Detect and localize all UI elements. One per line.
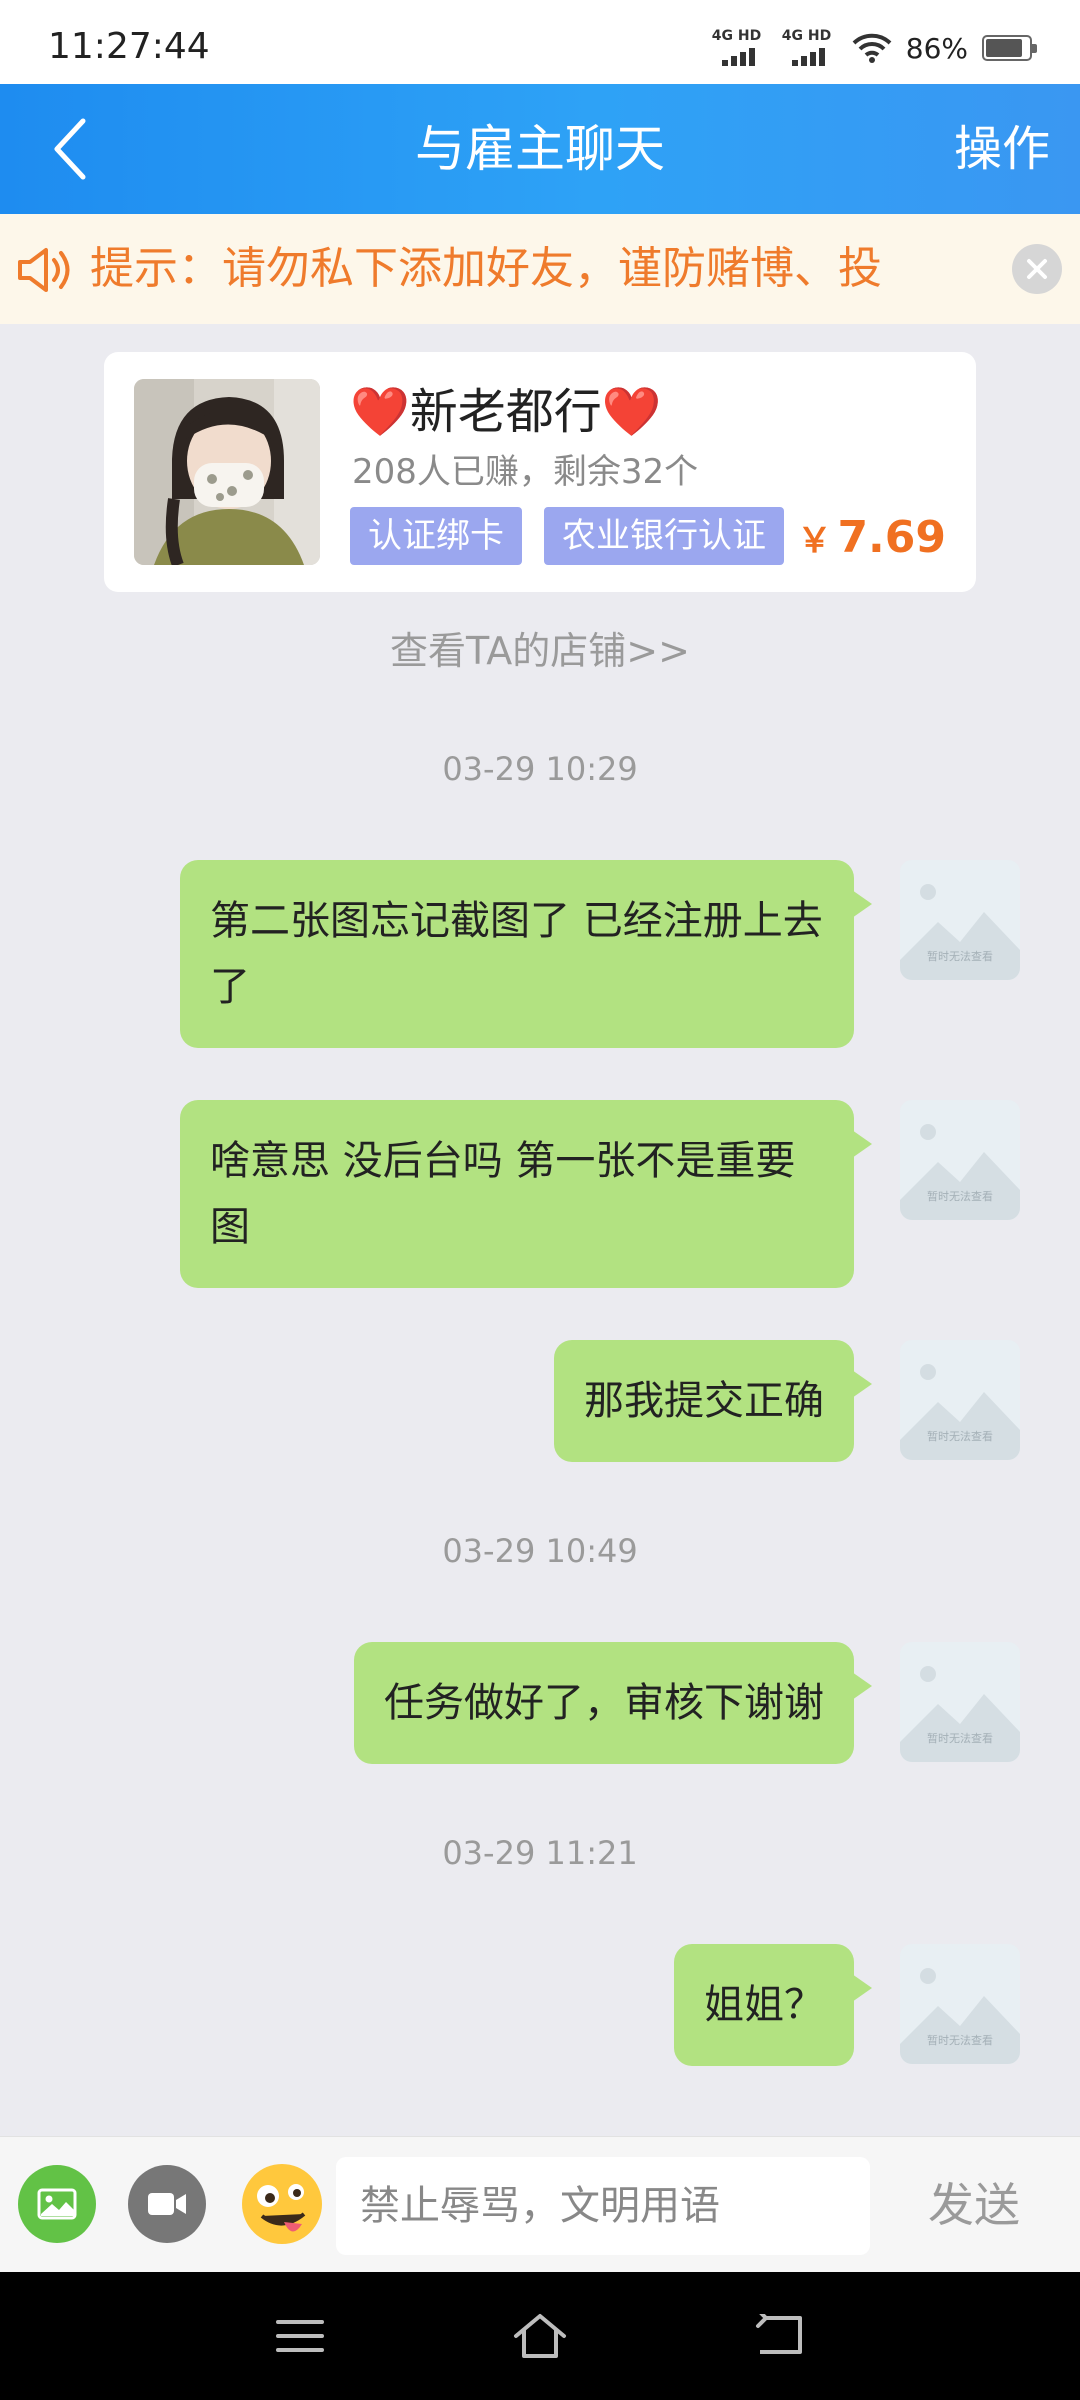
task-title: ❤️新老都行❤️ (350, 384, 662, 440)
menu-button[interactable] (270, 2306, 330, 2366)
placeholder-text: 暂时无法查看 (927, 1189, 993, 1203)
image-placeholder-icon: 暂时无法查看 (900, 860, 1020, 980)
chat-message[interactable]: 啥意思 没后台吗 第一张不是重要图 (180, 1100, 872, 1288)
chat-input-bar: 发送 (0, 2136, 1080, 2272)
image-placeholder-icon: 暂时无法查看 (900, 1100, 1020, 1220)
placeholder-text: 暂时无法查看 (927, 1429, 993, 1443)
wifi-icon (852, 33, 892, 63)
back-arrow-icon (756, 2314, 802, 2354)
actions-button[interactable]: 操作 (954, 84, 1050, 214)
page-title: 与雇主聊天 (415, 120, 665, 178)
menu-icon (276, 2320, 324, 2352)
price-value: 7.69 (837, 512, 946, 563)
placeholder-text: 暂时无法查看 (927, 1731, 993, 1745)
image-placeholder-icon: 暂时无法查看 (900, 1642, 1020, 1762)
network-type-1: 4G HD (711, 28, 762, 44)
chat-message[interactable]: 那我提交正确 (554, 1340, 872, 1462)
view-shop-link[interactable]: 查看TA的店铺>> (0, 620, 1080, 675)
task-stats: 208人已赚，剩余32个 (352, 452, 699, 492)
send-image-button[interactable] (18, 2165, 96, 2243)
cellular-signal-icon: 4G HD (712, 28, 768, 68)
avatar[interactable]: 暂时无法查看 (900, 1944, 1020, 2064)
home-button[interactable] (510, 2306, 570, 2366)
chat-message[interactable]: 任务做好了，审核下谢谢 (354, 1642, 872, 1764)
avatar[interactable]: 暂时无法查看 (900, 1642, 1020, 1762)
notice-bar: 提示：请勿私下添加好友，谨防赌博、投 (0, 214, 1080, 324)
home-icon (514, 2314, 566, 2358)
task-thumbnail (134, 379, 320, 565)
image-placeholder-icon: 暂时无法查看 (900, 1944, 1020, 2064)
chat-timestamp: 03-29 10:29 (442, 750, 638, 788)
placeholder-text: 暂时无法查看 (927, 949, 993, 963)
currency-symbol: ￥ (797, 521, 832, 561)
speaker-icon (18, 248, 70, 292)
send-video-button[interactable] (128, 2165, 206, 2243)
close-icon (1027, 259, 1047, 279)
nav-bar: 与雇主聊天 操作 (0, 84, 1080, 214)
send-button[interactable]: 发送 (928, 2137, 1020, 2273)
task-card[interactable]: ❤️新老都行❤️ 208人已赚，剩余32个 认证绑卡 农业银行认证 ￥ 7.69 (104, 352, 976, 592)
battery-percent: 86% (905, 31, 968, 65)
battery-icon (982, 35, 1037, 61)
avatar[interactable]: 暂时无法查看 (900, 860, 1020, 980)
close-notice-button[interactable] (1012, 244, 1062, 294)
status-bar: 11:27:44 4G HD 4G HD 86% (0, 0, 1080, 84)
message-input[interactable] (336, 2157, 870, 2255)
cellular-signal-icon-2: 4G HD (782, 28, 838, 68)
image-placeholder-icon: 暂时无法查看 (900, 1340, 1020, 1460)
tag-bind-card: 认证绑卡 (350, 507, 522, 565)
emoji-icon (242, 2164, 322, 2244)
emoji-button[interactable] (240, 2162, 324, 2246)
avatar[interactable]: 暂时无法查看 (900, 1100, 1020, 1220)
system-nav-bar (0, 2272, 1080, 2400)
chat-timestamp: 03-29 10:49 (442, 1532, 638, 1570)
image-icon (37, 2188, 77, 2220)
back-nav-button[interactable] (750, 2306, 810, 2366)
network-type-2: 4G HD (781, 28, 832, 44)
tag-bank-verify: 农业银行认证 (544, 507, 784, 565)
chat-message[interactable]: 姐姐？ (674, 1944, 872, 2066)
chat-message[interactable]: 第二张图忘记截图了 已经注册上去了 (180, 860, 872, 1048)
task-price: ￥ 7.69 (797, 512, 946, 563)
avatar[interactable]: 暂时无法查看 (900, 1340, 1020, 1460)
status-time: 11:27:44 (48, 26, 210, 67)
status-icons: 4G HD 4G HD 86% (712, 28, 1037, 68)
notice-text: 提示：请勿私下添加好友，谨防赌博、投 (90, 243, 882, 294)
chat-timestamp: 03-29 11:21 (442, 1834, 638, 1872)
video-camera-icon (148, 2193, 186, 2215)
placeholder-text: 暂时无法查看 (927, 2033, 993, 2047)
